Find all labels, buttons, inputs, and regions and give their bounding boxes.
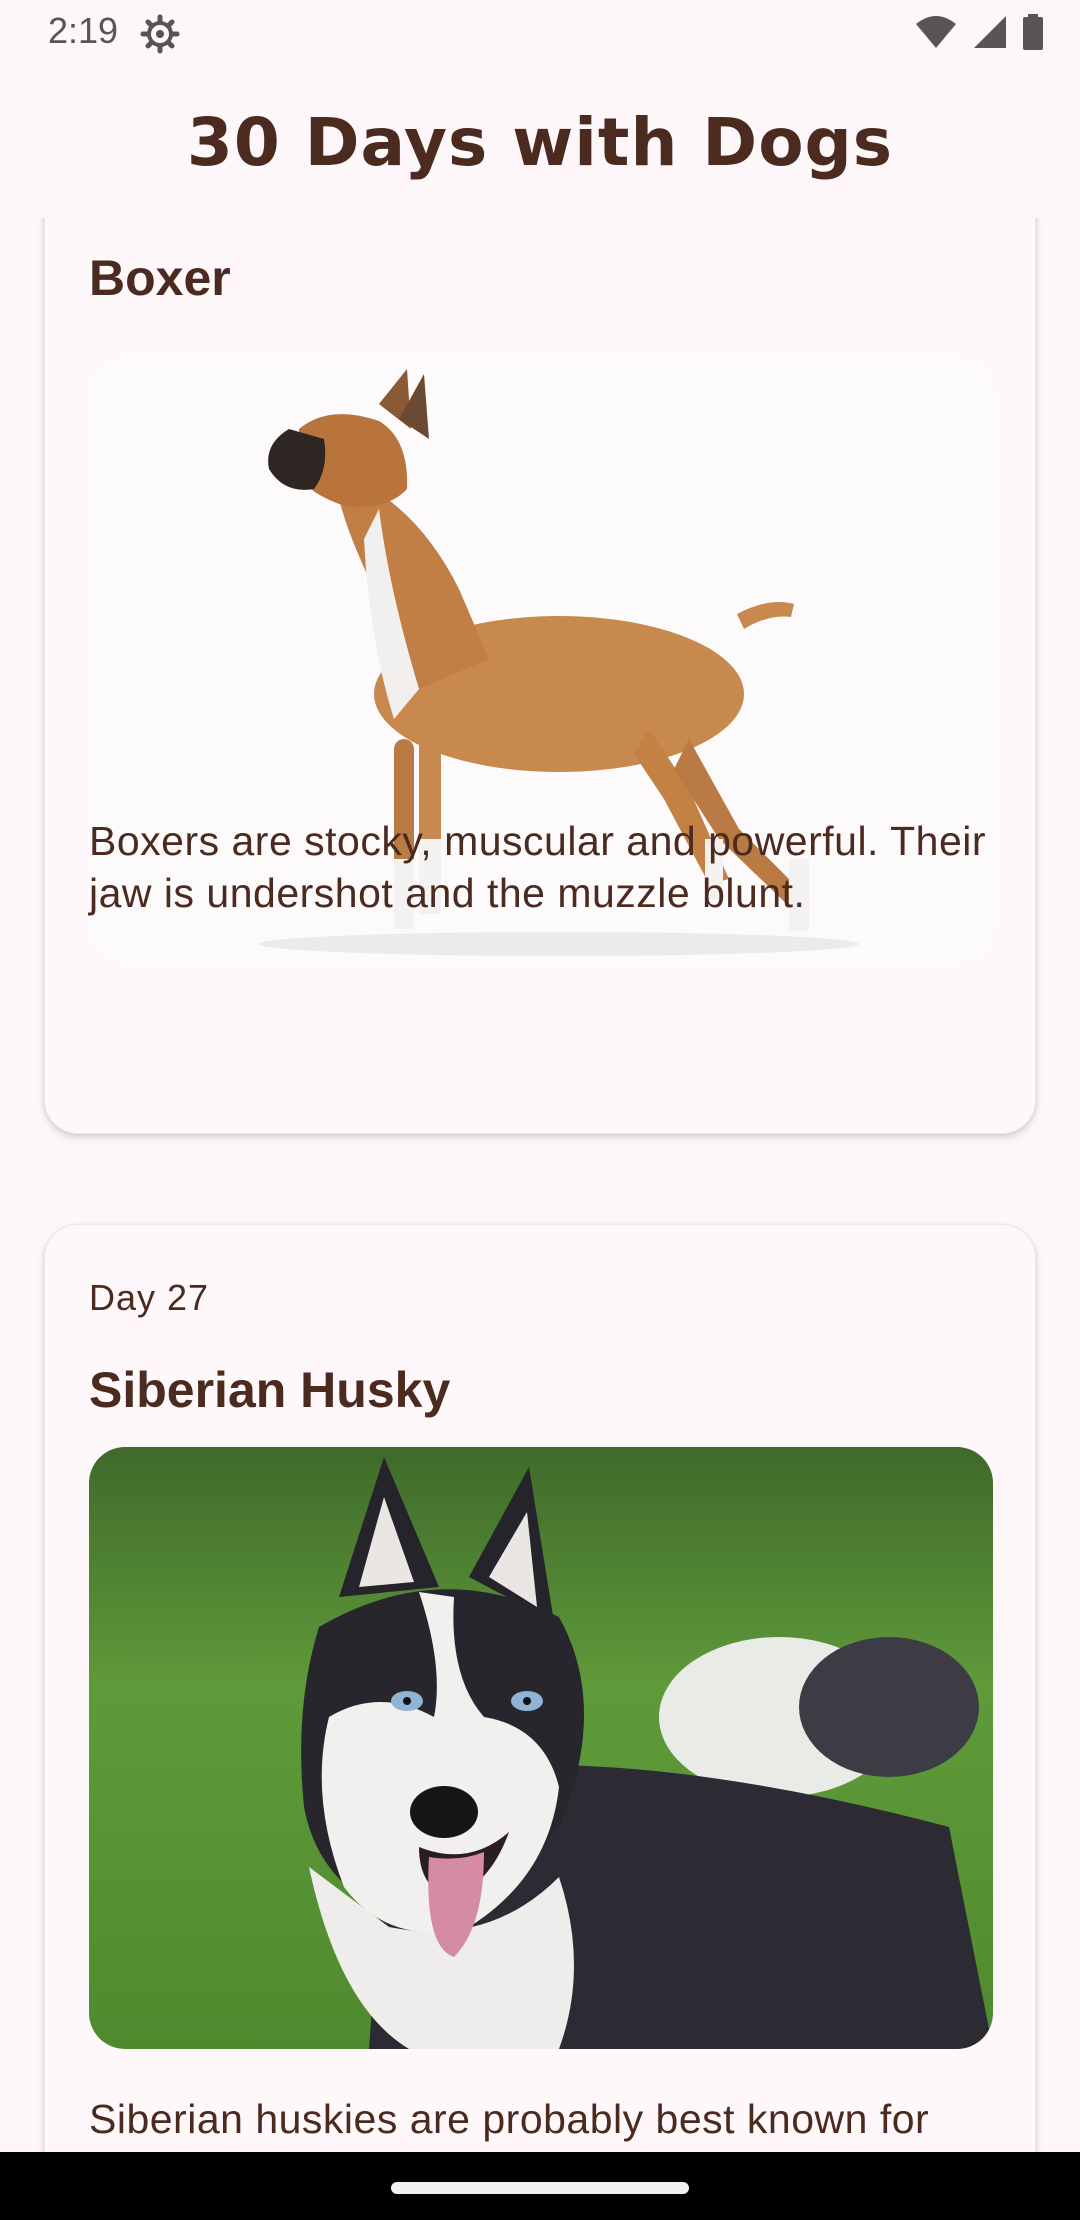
wifi-icon	[914, 14, 958, 55]
status-time: 2:19	[48, 10, 119, 51]
settings-icon	[140, 14, 180, 54]
breed-name: Siberian Husky	[89, 1362, 451, 1418]
husky-photo	[89, 1447, 993, 2049]
dog-card-siberian-husky[interactable]: Day 27 Siberian Husky Siberian huskies a…	[44, 1224, 1036, 2152]
cell-signal-icon	[972, 14, 1008, 55]
dog-card-boxer[interactable]: Boxer Boxers are stocky, muscular and po…	[44, 218, 1036, 1134]
dog-list[interactable]: Boxer Boxers are stocky, muscular and po…	[0, 218, 1080, 2152]
app-bar: 30 Days with Dogs	[0, 66, 1080, 218]
breed-description: Boxers are stocky, muscular and powerful…	[89, 818, 987, 916]
navigation-bar	[0, 2152, 1080, 2220]
breed-description: Siberian huskies are probably best known…	[89, 2096, 930, 2152]
home-gesture-handle[interactable]	[391, 2182, 689, 2194]
battery-icon	[1022, 14, 1044, 55]
app-title: 30 Days with Dogs	[186, 103, 894, 181]
status-bar: 2:19	[0, 0, 1080, 66]
breed-name: Boxer	[89, 250, 231, 306]
day-label: Day 27	[89, 1277, 210, 1318]
